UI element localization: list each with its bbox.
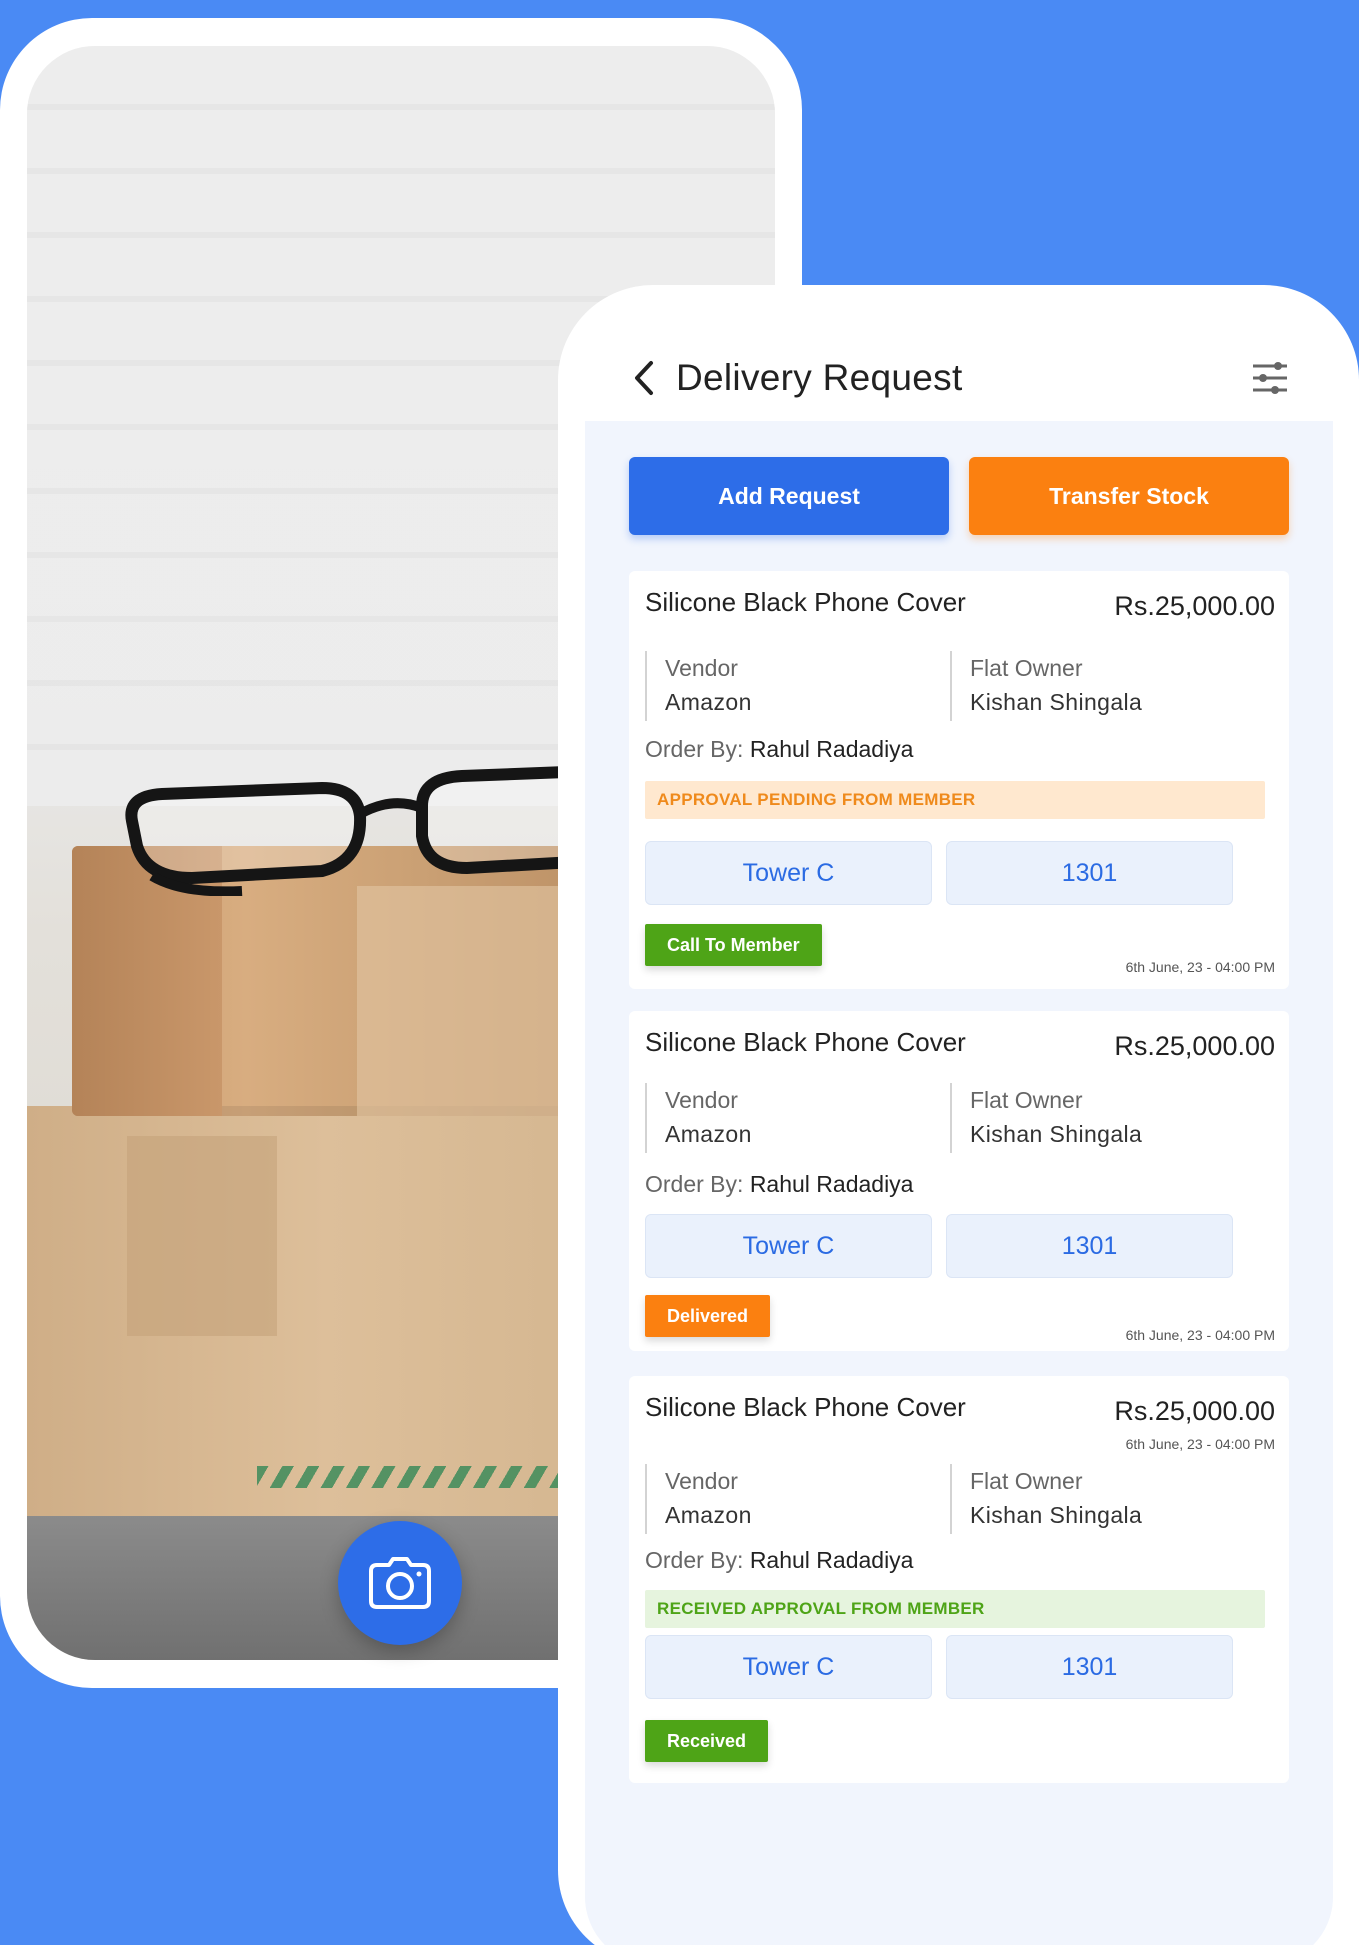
vendor-label: Vendor <box>665 1468 738 1494</box>
vendor-value: Amazon <box>665 1121 752 1147</box>
location-tags: Tower C 1301 <box>645 1635 1233 1699</box>
vendor-label: Vendor <box>665 1087 738 1113</box>
product-price: Rs.25,000.00 <box>1114 1031 1275 1061</box>
sliders-icon <box>1253 362 1287 394</box>
order-by-name: Rahul Radadiya <box>749 1171 914 1197</box>
request-card[interactable]: Silicone Black Phone Cover Rs.25,000.00 … <box>629 1376 1289 1783</box>
owner-label: Flat Owner <box>970 1087 1083 1113</box>
flat-tag: 1301 <box>946 1635 1233 1699</box>
order-by: Order By: Rahul Radadiya <box>645 1547 913 1574</box>
request-list-area: Add Request Transfer Stock Silicone Blac… <box>585 421 1333 1945</box>
order-by-name: Rahul Radadiya <box>749 1547 914 1573</box>
order-by-label: Order By: <box>645 736 744 762</box>
tower-tag: Tower C <box>645 1214 932 1278</box>
vendor-value: Amazon <box>665 1502 752 1528</box>
app-header: Delivery Request <box>624 340 1293 416</box>
status-banner: APPROVAL PENDING FROM MEMBER <box>645 781 1265 819</box>
vendor-column: Vendor Amazon <box>645 651 950 721</box>
product-title: Silicone Black Phone Cover <box>645 587 966 617</box>
timestamp: 6th June, 23 - 04:00 PM <box>1125 959 1275 975</box>
vendor-column: Vendor Amazon <box>645 1464 950 1534</box>
vendor-value: Amazon <box>665 689 752 715</box>
owner-value: Kishan Shingala <box>970 689 1143 715</box>
parcel-tape <box>127 1136 277 1336</box>
vendor-owner-row: Vendor Amazon Flat Owner Kishan Shingala <box>645 651 1265 721</box>
order-by-name: Rahul Radadiya <box>749 736 914 762</box>
back-button[interactable] <box>624 353 664 403</box>
owner-column: Flat Owner Kishan Shingala <box>950 651 1255 721</box>
action-buttons: Add Request Transfer Stock <box>629 457 1289 535</box>
flat-tag: 1301 <box>946 1214 1233 1278</box>
location-tags: Tower C 1301 <box>645 841 1233 905</box>
product-price: Rs.25,000.00 <box>1114 591 1275 621</box>
call-to-member-button[interactable]: Call To Member <box>645 924 822 966</box>
product-title: Silicone Black Phone Cover <box>645 1027 966 1057</box>
owner-label: Flat Owner <box>970 1468 1083 1494</box>
add-request-button[interactable]: Add Request <box>629 457 949 535</box>
filter-button[interactable] <box>1247 355 1293 401</box>
camera-capture-button[interactable] <box>338 1521 462 1645</box>
location-tags: Tower C 1301 <box>645 1214 1233 1278</box>
timestamp: 6th June, 23 - 04:00 PM <box>1125 1436 1275 1452</box>
owner-value: Kishan Shingala <box>970 1121 1143 1147</box>
delivery-app-phone: Delivery Request Add Request Transfer St… <box>558 285 1359 1945</box>
order-by: Order By: Rahul Radadiya <box>645 1171 913 1198</box>
tower-tag: Tower C <box>645 841 932 905</box>
tower-tag: Tower C <box>645 1635 932 1699</box>
vendor-column: Vendor Amazon <box>645 1083 950 1153</box>
vendor-label: Vendor <box>665 655 738 681</box>
owner-column: Flat Owner Kishan Shingala <box>950 1083 1255 1153</box>
vendor-owner-row: Vendor Amazon Flat Owner Kishan Shingala <box>645 1083 1265 1153</box>
product-title: Silicone Black Phone Cover <box>645 1392 966 1422</box>
owner-label: Flat Owner <box>970 655 1083 681</box>
flat-tag: 1301 <box>946 841 1233 905</box>
order-by: Order By: Rahul Radadiya <box>645 736 913 763</box>
chevron-left-icon <box>635 361 653 395</box>
delivered-button[interactable]: Delivered <box>645 1295 771 1337</box>
order-by-label: Order By: <box>645 1171 744 1197</box>
transfer-stock-button[interactable]: Transfer Stock <box>969 457 1289 535</box>
received-button[interactable]: Received <box>645 1720 769 1762</box>
owner-value: Kishan Shingala <box>970 1502 1143 1528</box>
status-banner: RECEIVED APPROVAL FROM MEMBER <box>645 1590 1265 1628</box>
timestamp: 6th June, 23 - 04:00 PM <box>1125 1327 1275 1343</box>
vendor-owner-row: Vendor Amazon Flat Owner Kishan Shingala <box>645 1464 1265 1534</box>
product-price: Rs.25,000.00 <box>1114 1396 1275 1426</box>
owner-column: Flat Owner Kishan Shingala <box>950 1464 1255 1534</box>
order-by-label: Order By: <box>645 1547 744 1573</box>
camera-icon <box>369 1557 431 1609</box>
request-card[interactable]: Silicone Black Phone Cover Rs.25,000.00 … <box>629 571 1289 989</box>
page-title: Delivery Request <box>676 357 963 398</box>
request-card[interactable]: Silicone Black Phone Cover Rs.25,000.00 … <box>629 1011 1289 1351</box>
